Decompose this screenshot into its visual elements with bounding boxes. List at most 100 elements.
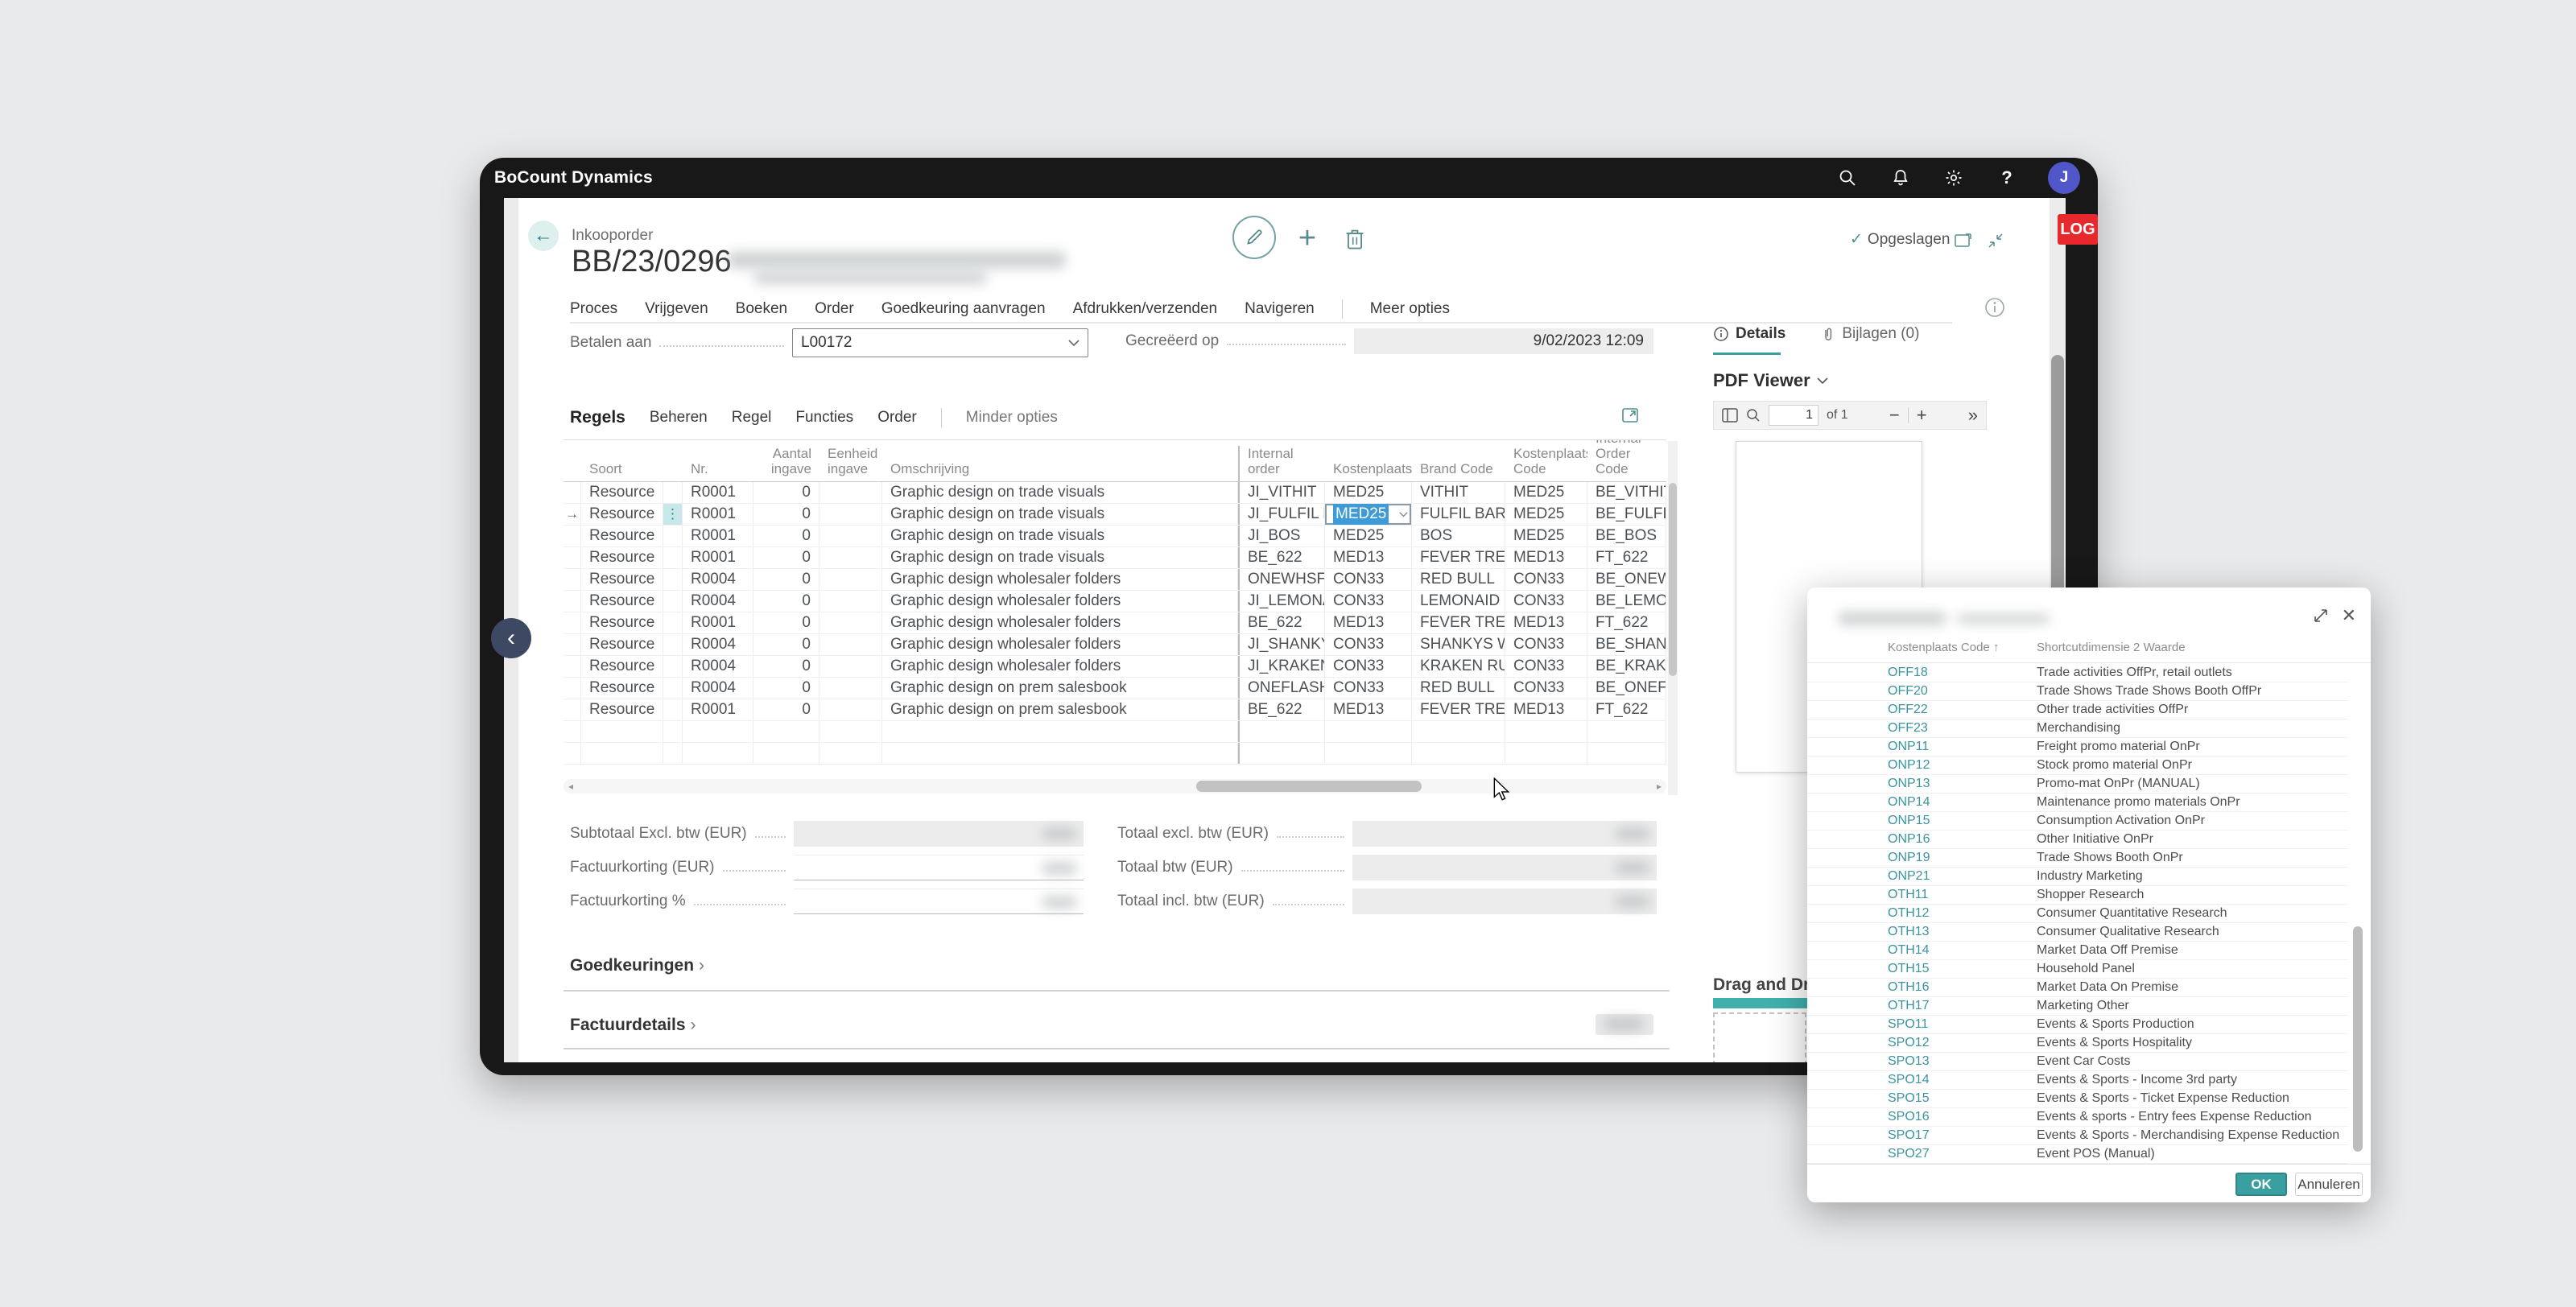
column-header-soort[interactable]: Soort — [581, 461, 663, 481]
dialog-row[interactable]: SPO11Events & Sports Production — [1807, 1016, 2348, 1034]
cell-brand_code[interactable]: BOS — [1412, 526, 1505, 546]
dialog-cell-code[interactable]: OFF23 — [1888, 719, 1928, 737]
close-dialog-icon[interactable]: ✕ — [2342, 605, 2356, 626]
cell-eenheid[interactable] — [819, 656, 882, 677]
dialog-cell-code[interactable]: OFF20 — [1888, 682, 1928, 700]
column-header-nr[interactable]: Nr. — [683, 461, 753, 481]
dialog-row[interactable]: OTH16Market Data On Premise — [1807, 979, 2348, 997]
dialog-cell-code[interactable]: SPO27 — [1888, 1145, 1930, 1163]
table-row[interactable]: →Resource⋮R00010Graphic design on trade … — [564, 504, 1666, 526]
cell-internal_order_code[interactable]: BE_SHANKY'S — [1587, 634, 1666, 655]
table-row[interactable]: ResourceR00010Graphic design on trade vi… — [564, 547, 1666, 569]
cell-kostenplaats[interactable] — [1325, 721, 1412, 742]
cell-nr[interactable]: R0001 — [683, 526, 753, 546]
dialog-cell-value[interactable]: Other Initiative OnPr — [2037, 831, 2153, 848]
row-selector[interactable] — [564, 612, 581, 633]
column-kostenplaats-code[interactable]: Kostenplaats Code ↑ — [1888, 641, 1999, 654]
row-drag-handle[interactable] — [663, 547, 683, 568]
dialog-cell-code[interactable]: SPO16 — [1888, 1108, 1930, 1126]
cell-internal_order[interactable]: JI_VITHIT — [1238, 482, 1325, 503]
lines-menu-item-beheren[interactable]: Beheren — [650, 409, 708, 427]
cell-omschrijving[interactable]: Graphic design on trade visuals — [882, 547, 1238, 568]
info-icon[interactable] — [1984, 296, 2006, 319]
cell-internal_order[interactable]: JI_KRAKEN R... — [1238, 656, 1325, 677]
cell-soort[interactable]: Resource — [581, 591, 663, 612]
dialog-cell-value[interactable]: Trade activities OffPr, retail outlets — [2037, 664, 2232, 682]
cell-aantal[interactable]: 0 — [753, 504, 819, 525]
dialog-cell-code[interactable]: OTH13 — [1888, 923, 1930, 941]
cell-brand_code[interactable]: SHANKYS W... — [1412, 634, 1505, 655]
cell-nr[interactable]: R0004 — [683, 656, 753, 677]
dialog-row[interactable]: OTH13 Consumer Qualitative Research — [1807, 923, 2348, 942]
cell-internal_order[interactable] — [1238, 743, 1325, 764]
dialog-cell-code[interactable]: SPO15 — [1888, 1090, 1930, 1107]
back-button[interactable]: ← — [528, 221, 559, 251]
dialog-cell-value[interactable]: Stock promo material OnPr — [2037, 757, 2192, 774]
column-header-kostenplaats[interactable]: Kostenplaats — [1325, 461, 1412, 481]
cell-nr[interactable]: R0004 — [683, 591, 753, 612]
cell-kostenplaats_code[interactable]: MED13 — [1505, 699, 1587, 720]
table-row[interactable]: ResourceR00010Graphic design on trade vi… — [564, 482, 1666, 504]
cell-eenheid[interactable] — [819, 678, 882, 699]
cell-kostenplaats_code[interactable]: MED13 — [1505, 612, 1587, 633]
section-goedkeuringen[interactable]: Goedkeuringen› — [570, 956, 704, 975]
lines-menu-item-functies[interactable]: Functies — [795, 409, 853, 427]
cell-kostenplaats[interactable]: CON33 — [1325, 656, 1412, 677]
dialog-cell-code[interactable]: ONP19 — [1888, 849, 1930, 867]
invoice-discount-input[interactable] — [794, 855, 1084, 880]
table-row[interactable] — [564, 743, 1666, 765]
row-drag-handle[interactable] — [663, 591, 683, 612]
dialog-cell-code[interactable]: ONP13 — [1888, 775, 1930, 793]
cell-internal_order_code[interactable]: BE_ONEFLASH — [1587, 678, 1666, 699]
cell-eenheid[interactable] — [819, 547, 882, 568]
dialog-cell-code[interactable]: ONP11 — [1888, 738, 1929, 756]
cell-soort[interactable]: Resource — [581, 547, 663, 568]
cell-eenheid[interactable] — [819, 721, 882, 742]
row-selector[interactable] — [564, 482, 581, 503]
cell-aantal[interactable]: 0 — [753, 678, 819, 699]
cell-kostenplaats_code[interactable]: MED25 — [1505, 526, 1587, 546]
cell-internal_order_code[interactable]: FT_622 — [1587, 612, 1666, 633]
settings-gear-icon[interactable] — [1942, 166, 1966, 190]
cell-nr[interactable]: R0001 — [683, 547, 753, 568]
cell-aantal[interactable]: 0 — [753, 482, 819, 503]
dialog-row[interactable]: ONP21Industry Marketing — [1807, 868, 2348, 886]
cell-eenheid[interactable] — [819, 482, 882, 503]
dialog-cell-code[interactable]: OTH12 — [1888, 905, 1930, 922]
cell-internal_order[interactable]: BE_622 — [1238, 699, 1325, 720]
section-factuurdetails[interactable]: Factuurdetails› — [570, 1016, 696, 1035]
cell-internal_order[interactable]: ONEFLASHI — [1238, 678, 1325, 699]
dialog-cell-value[interactable]: Consumer Qualitative Research — [2037, 923, 2219, 941]
cell-kostenplaats_code[interactable]: CON33 — [1505, 591, 1587, 612]
row-selector[interactable] — [564, 591, 581, 612]
dialog-cell-value[interactable]: Consumer Quantitative Research — [2037, 905, 2227, 922]
table-row[interactable]: ResourceR00040Graphic design wholesaler … — [564, 569, 1666, 591]
row-selector[interactable]: → — [564, 504, 581, 525]
column-header-internal_order[interactable]: Internal order — [1238, 446, 1325, 481]
zoom-out-button[interactable]: − — [1889, 405, 1900, 426]
dialog-cell-code[interactable]: ONP12 — [1888, 757, 1930, 774]
menu-item-meer-opties[interactable]: Meer opties — [1370, 300, 1450, 318]
cell-kostenplaats_code[interactable]: MED25 — [1505, 504, 1587, 525]
column-header-aantal[interactable]: Aantal ingave — [753, 446, 819, 481]
cell-brand_code[interactable]: FULFIL BARS — [1412, 504, 1505, 525]
dialog-cell-code[interactable]: OFF18 — [1888, 664, 1928, 682]
tab-bijlagen[interactable]: Bijlagen (0) — [1821, 325, 1919, 343]
dialog-row[interactable]: SPO14Events & Sports - Income 3rd party — [1807, 1071, 2348, 1090]
cell-internal_order_code[interactable] — [1587, 721, 1666, 742]
cell-omschrijving[interactable] — [882, 743, 1238, 764]
dialog-cell-value[interactable]: Merchandising — [2037, 719, 2120, 737]
cell-internal_order_code[interactable] — [1587, 743, 1666, 764]
dialog-cell-value[interactable]: Events & sports - Entry fees Expense Red… — [2037, 1108, 2312, 1126]
cell-internal_order[interactable]: BE_622 — [1238, 547, 1325, 568]
row-drag-handle[interactable] — [663, 699, 683, 720]
collapse-panel-button[interactable]: ‹ — [491, 618, 531, 658]
cell-kostenplaats[interactable]: CON33 — [1325, 591, 1412, 612]
cell-kostenplaats_code[interactable]: CON33 — [1505, 634, 1587, 655]
cell-brand_code[interactable]: FEVER TREE — [1412, 699, 1505, 720]
cell-kostenplaats[interactable] — [1325, 743, 1412, 764]
cell-kostenplaats_code[interactable]: MED25 — [1505, 482, 1587, 503]
dialog-row[interactable]: ONP15Consumption Activation OnPr — [1807, 812, 2348, 831]
column-shortcutdimensie[interactable]: Shortcutdimensie 2 Waarde — [2037, 641, 2186, 654]
cell-soort[interactable]: Resource — [581, 634, 663, 655]
